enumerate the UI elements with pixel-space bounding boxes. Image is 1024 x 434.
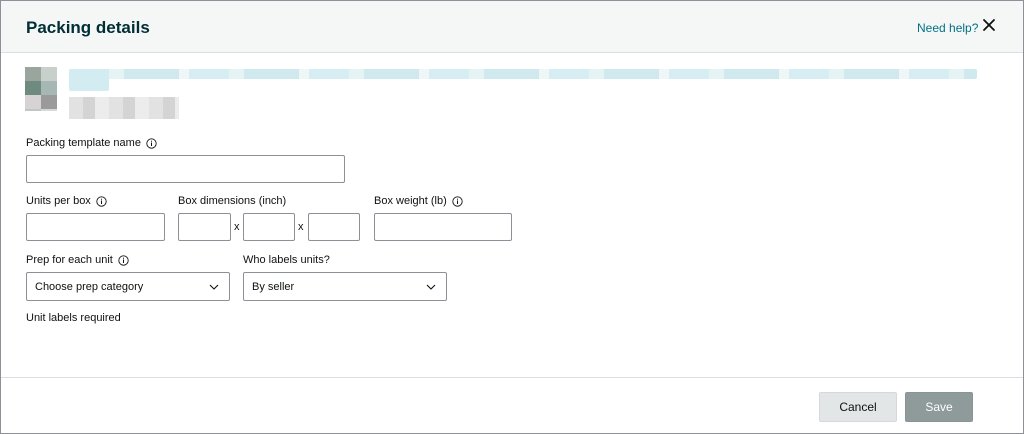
who-labels-label-text: Who labels units? [243,254,330,266]
info-icon[interactable] [118,254,129,266]
who-labels-label: Who labels units? [243,254,330,266]
units-per-box-input[interactable] [26,213,165,241]
product-thumbnail [25,67,57,111]
units-per-box-label: Units per box [26,195,107,207]
box-weight-input[interactable] [374,213,512,241]
template-name-label: Packing template name [26,137,157,149]
need-help-link[interactable]: Need help? [917,21,978,35]
prep-label-text: Prep for each unit [26,254,113,266]
prep-category-select[interactable]: Choose prep category [26,272,230,301]
box-height-input[interactable] [308,213,360,241]
box-weight-label-text: Box weight (lb) [374,195,447,207]
who-labels-select[interactable]: By seller [243,272,447,301]
dialog-header: Packing details Need help? [1,1,1023,53]
dimension-separator: x [234,221,240,233]
dimension-separator: x [298,221,304,233]
chevron-down-icon [209,283,219,291]
info-icon[interactable] [452,195,463,207]
info-icon[interactable] [146,137,157,149]
dialog-title: Packing details [26,18,150,37]
packing-details-dialog: Packing details Need help? Packing templ… [0,0,1024,434]
product-title-redacted-start [69,69,109,91]
cancel-button[interactable]: Cancel [819,392,897,422]
template-name-label-text: Packing template name [26,137,141,149]
who-labels-value: By seller [252,280,295,293]
product-summary [25,67,985,127]
unit-labels-note: Unit labels required [26,312,121,324]
prep-category-value: Choose prep category [35,280,144,293]
box-dimensions-label: Box dimensions (inch) [178,195,286,207]
product-title-redacted [69,69,977,79]
chevron-down-icon [426,283,436,291]
box-length-input[interactable] [178,213,231,241]
box-dimensions-label-text: Box dimensions (inch) [178,195,287,207]
units-per-box-label-text: Units per box [26,195,91,207]
close-icon[interactable] [982,18,996,32]
product-identifier-redacted [69,97,179,119]
template-name-input[interactable] [26,155,345,183]
dialog-footer: Cancel Save [1,377,1023,433]
save-button[interactable]: Save [905,392,973,422]
info-icon[interactable] [96,195,107,207]
box-width-input[interactable] [243,213,295,241]
box-weight-label: Box weight (lb) [374,195,463,207]
prep-label: Prep for each unit [26,254,129,266]
